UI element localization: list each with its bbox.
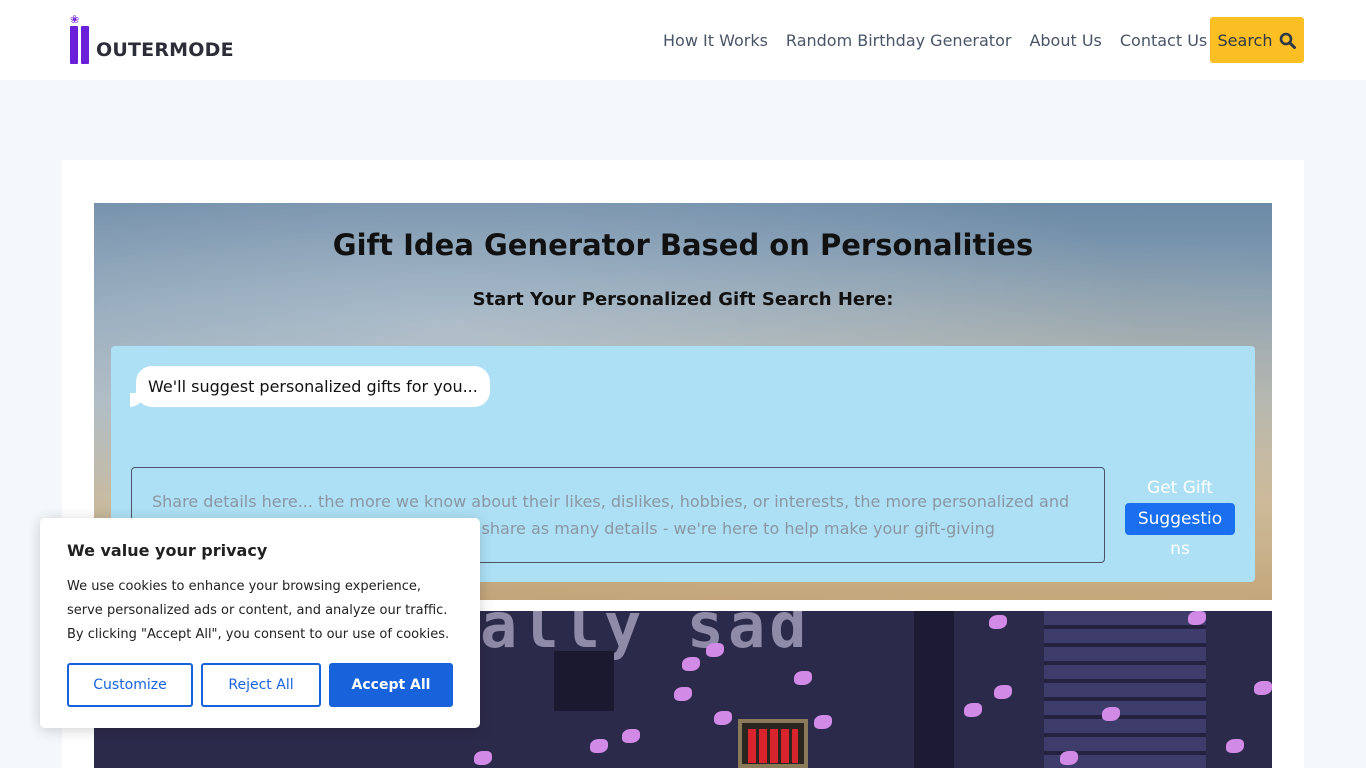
petal	[814, 715, 832, 729]
petal	[989, 615, 1007, 629]
gift-logo-icon: ❀	[68, 14, 92, 66]
cookie-text: We use cookies to enhance your browsing …	[67, 579, 450, 642]
banner-machine	[738, 719, 808, 768]
cookie-consent-dialog: We value your privacy We use cookies to …	[40, 518, 480, 728]
search-button[interactable]: Search	[1210, 17, 1304, 63]
page-subtitle: Start Your Personalized Gift Search Here…	[472, 289, 894, 310]
petal	[1060, 751, 1078, 765]
petal	[994, 685, 1012, 699]
nav-contact-us[interactable]: Contact Us	[1120, 31, 1207, 50]
petal	[1102, 707, 1120, 721]
reject-all-button[interactable]: Reject All	[201, 663, 321, 707]
petal	[706, 643, 724, 657]
nav-about-us[interactable]: About Us	[1029, 31, 1101, 50]
gift-button-line2: Suggestio	[1125, 503, 1235, 535]
page-title: Gift Idea Generator Based on Personaliti…	[332, 228, 1034, 262]
petal	[964, 703, 982, 717]
petal	[1226, 739, 1244, 753]
petal	[622, 729, 640, 743]
petal	[674, 687, 692, 701]
petal	[590, 739, 608, 753]
nav-how-it-works[interactable]: How It Works	[663, 31, 768, 50]
petal	[682, 657, 700, 671]
banner-text: ally sad	[480, 611, 811, 662]
accept-all-button[interactable]: Accept All	[329, 663, 453, 707]
petal	[714, 711, 732, 725]
customize-button[interactable]: Customize	[67, 663, 193, 707]
logo-text: OUTERMODE	[96, 39, 234, 61]
site-logo[interactable]: ❀ OUTERMODE	[68, 14, 234, 66]
petal	[474, 751, 492, 765]
banner-shadow	[554, 651, 614, 711]
nav-random-birthday-generator[interactable]: Random Birthday Generator	[786, 31, 1012, 50]
get-gift-suggestions-button[interactable]: Get Gift Suggestio ns	[1125, 474, 1235, 564]
banner-stairs	[1044, 611, 1206, 768]
cookie-title: We value your privacy	[67, 541, 268, 560]
petal	[1188, 611, 1206, 625]
petal	[1254, 681, 1272, 695]
chat-bubble: We'll suggest personalized gifts for you…	[130, 366, 490, 407]
gift-button-line3: ns	[1170, 539, 1190, 559]
search-icon	[1279, 32, 1297, 49]
banner-column	[914, 611, 954, 768]
site-header: ❀ OUTERMODE How It Works Random Birthday…	[0, 0, 1366, 80]
search-button-label: Search	[1217, 30, 1273, 50]
gift-button-line1: Get Gift	[1147, 478, 1213, 498]
main-nav: How It Works Random Birthday Generator A…	[655, 0, 1215, 80]
petal	[794, 671, 812, 685]
